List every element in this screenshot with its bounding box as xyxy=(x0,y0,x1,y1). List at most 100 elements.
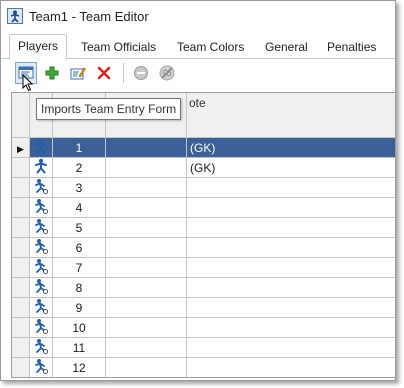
player-note-cell[interactable]: (GK) xyxy=(186,137,395,158)
remove-disabled-icon xyxy=(134,66,148,80)
table-row[interactable]: 5 xyxy=(12,217,395,238)
row-selector[interactable] xyxy=(12,317,30,338)
player-icon xyxy=(29,297,53,318)
unlink-disabled-icon xyxy=(159,65,175,81)
player-note-cell[interactable] xyxy=(186,277,395,298)
player-icon xyxy=(29,277,53,298)
player-number-cell[interactable]: 4 xyxy=(52,197,106,218)
player-number-cell[interactable]: 11 xyxy=(52,337,106,358)
edit-icon xyxy=(70,67,86,80)
player-name-cell[interactable] xyxy=(105,157,187,178)
player-name-cell[interactable] xyxy=(105,357,187,377)
player-note-cell[interactable] xyxy=(186,257,395,278)
player-icon xyxy=(29,197,53,218)
table-row[interactable]: ▶ 1 (GK) xyxy=(12,137,395,158)
table-row[interactable]: 7 xyxy=(12,257,395,278)
player-note-cell[interactable] xyxy=(186,297,395,318)
window-title: Team1 - Team Editor xyxy=(29,8,149,24)
player-number-cell[interactable]: 8 xyxy=(52,277,106,298)
player-name-cell[interactable] xyxy=(105,177,187,198)
tab-general[interactable]: General xyxy=(257,37,316,57)
toolbar-separator xyxy=(123,63,124,83)
row-selector[interactable]: ▶ xyxy=(12,137,30,158)
tab-strip: Players Team Officials Team Colors Gener… xyxy=(1,34,395,60)
player-name-cell[interactable] xyxy=(105,237,187,258)
player-number-cell[interactable]: 12 xyxy=(52,357,106,377)
player-number-cell[interactable]: 3 xyxy=(52,177,106,198)
player-note-cell[interactable] xyxy=(186,357,395,377)
unlink-button[interactable] xyxy=(156,62,178,84)
player-icon xyxy=(29,257,53,278)
app-icon xyxy=(7,8,23,24)
player-note-cell[interactable] xyxy=(186,197,395,218)
remove-button[interactable] xyxy=(130,62,152,84)
player-name-cell[interactable] xyxy=(105,297,187,318)
tab-team-officials[interactable]: Team Officials xyxy=(73,37,164,57)
player-number-cell[interactable]: 9 xyxy=(52,297,106,318)
row-selector[interactable] xyxy=(12,157,30,178)
player-name-cell[interactable] xyxy=(105,197,187,218)
mouse-cursor-icon xyxy=(22,74,34,92)
player-note-cell[interactable] xyxy=(186,317,395,338)
tooltip: Imports Team Entry Form xyxy=(36,98,182,120)
player-icon xyxy=(29,357,53,377)
player-name-cell[interactable] xyxy=(105,317,187,338)
row-selector[interactable] xyxy=(12,297,30,318)
player-name-cell[interactable] xyxy=(105,217,187,238)
add-button[interactable] xyxy=(41,62,63,84)
row-header-corner xyxy=(12,93,30,138)
player-number-cell[interactable]: 7 xyxy=(52,257,106,278)
player-name-cell[interactable] xyxy=(105,337,187,358)
player-note-cell[interactable] xyxy=(186,337,395,358)
row-selector[interactable] xyxy=(12,197,30,218)
table-row[interactable]: 12 xyxy=(12,357,395,377)
player-number-cell[interactable]: 2 xyxy=(52,157,106,178)
table-row[interactable]: 4 xyxy=(12,197,395,218)
delete-button[interactable] xyxy=(93,62,115,84)
player-active-icon xyxy=(29,157,53,178)
players-grid: ote ▶ 1 (GK) 2 (GK) 3 4 5 6 7 8 9 10 11 12 xyxy=(11,92,395,378)
tab-penalties[interactable]: Penalties xyxy=(319,37,384,57)
table-row[interactable]: 10 xyxy=(12,317,395,338)
edit-button[interactable] xyxy=(67,62,89,84)
player-name-cell[interactable] xyxy=(105,277,187,298)
note-column-header[interactable]: ote xyxy=(186,93,395,138)
tab-players[interactable]: Players xyxy=(9,34,68,60)
row-selector[interactable] xyxy=(12,337,30,358)
row-selector[interactable] xyxy=(12,177,30,198)
add-icon xyxy=(45,66,59,80)
row-selector[interactable] xyxy=(12,237,30,258)
table-row[interactable]: 6 xyxy=(12,237,395,258)
player-note-cell[interactable] xyxy=(186,217,395,238)
player-name-cell[interactable] xyxy=(105,137,187,158)
team-editor-window: Team1 - Team Editor Players Team Officia… xyxy=(0,0,396,381)
player-icon xyxy=(29,317,53,338)
player-note-cell[interactable] xyxy=(186,237,395,258)
current-row-arrow-icon: ▶ xyxy=(17,143,24,154)
delete-icon xyxy=(97,66,111,80)
player-name-cell[interactable] xyxy=(105,257,187,278)
player-icon xyxy=(29,177,53,198)
player-number-cell[interactable]: 1 xyxy=(52,137,106,158)
row-selector[interactable] xyxy=(12,217,30,238)
toolbar xyxy=(1,60,395,86)
player-number-cell[interactable]: 5 xyxy=(52,217,106,238)
table-row[interactable]: 11 xyxy=(12,337,395,358)
table-row[interactable]: 8 xyxy=(12,277,395,298)
player-icon xyxy=(29,237,53,258)
title-bar: Team1 - Team Editor xyxy=(1,1,395,31)
table-row[interactable]: 2 (GK) xyxy=(12,157,395,178)
table-row[interactable]: 9 xyxy=(12,297,395,318)
tab-team-colors[interactable]: Team Colors xyxy=(169,37,252,57)
row-selector[interactable] xyxy=(12,257,30,278)
player-number-cell[interactable]: 10 xyxy=(52,317,106,338)
table-row[interactable]: 3 xyxy=(12,177,395,198)
player-icon xyxy=(29,217,53,238)
player-number-cell[interactable]: 6 xyxy=(52,237,106,258)
row-selector[interactable] xyxy=(12,277,30,298)
player-note-cell[interactable]: (GK) xyxy=(186,157,395,178)
row-selector[interactable] xyxy=(12,357,30,377)
player-note-cell[interactable] xyxy=(186,177,395,198)
player-icon xyxy=(29,337,53,358)
player-active-icon xyxy=(29,137,53,158)
